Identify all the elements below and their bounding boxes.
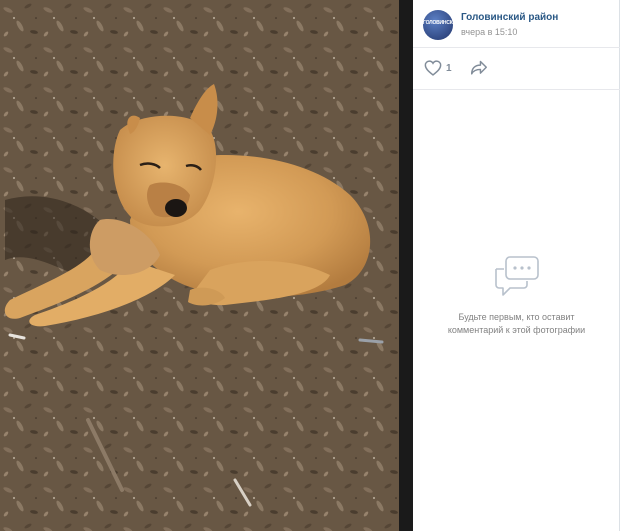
empty-comments-text: Будьте первым, кто оставит комментарий к… (413, 311, 620, 337)
share-button[interactable] (470, 60, 488, 81)
photo[interactable] (0, 0, 399, 531)
empty-comments-line-2: комментарий к этой фотографии (447, 325, 586, 335)
like-count: 1 (446, 62, 452, 74)
avatar-logo-text: ГОЛОВИНСКИЙ (423, 20, 453, 26)
dog-photo-image (0, 0, 399, 531)
post-header: ГОЛОВИНСКИЙ Головинский район вчера в 15… (413, 0, 620, 48)
photo-viewer: ГОЛОВИНСКИЙ Головинский район вчера в 15… (0, 0, 620, 531)
empty-comments-line-1: Будьте первым, кто оставит (458, 312, 575, 322)
share-arrow-icon (470, 60, 487, 75)
post-actions: 1 (413, 48, 620, 90)
heart-icon (424, 60, 442, 76)
like-button[interactable]: 1 (424, 60, 452, 76)
comments-icon (494, 256, 539, 296)
empty-comments-placeholder: Будьте первым, кто оставит комментарий к… (413, 255, 620, 337)
group-avatar[interactable]: ГОЛОВИНСКИЙ (423, 10, 453, 40)
post-timestamp[interactable]: вчера в 15:10 (461, 27, 517, 37)
panel-divider (399, 0, 413, 531)
info-panel: ГОЛОВИНСКИЙ Головинский район вчера в 15… (413, 0, 620, 531)
group-name-link[interactable]: Головинский район (461, 12, 558, 23)
